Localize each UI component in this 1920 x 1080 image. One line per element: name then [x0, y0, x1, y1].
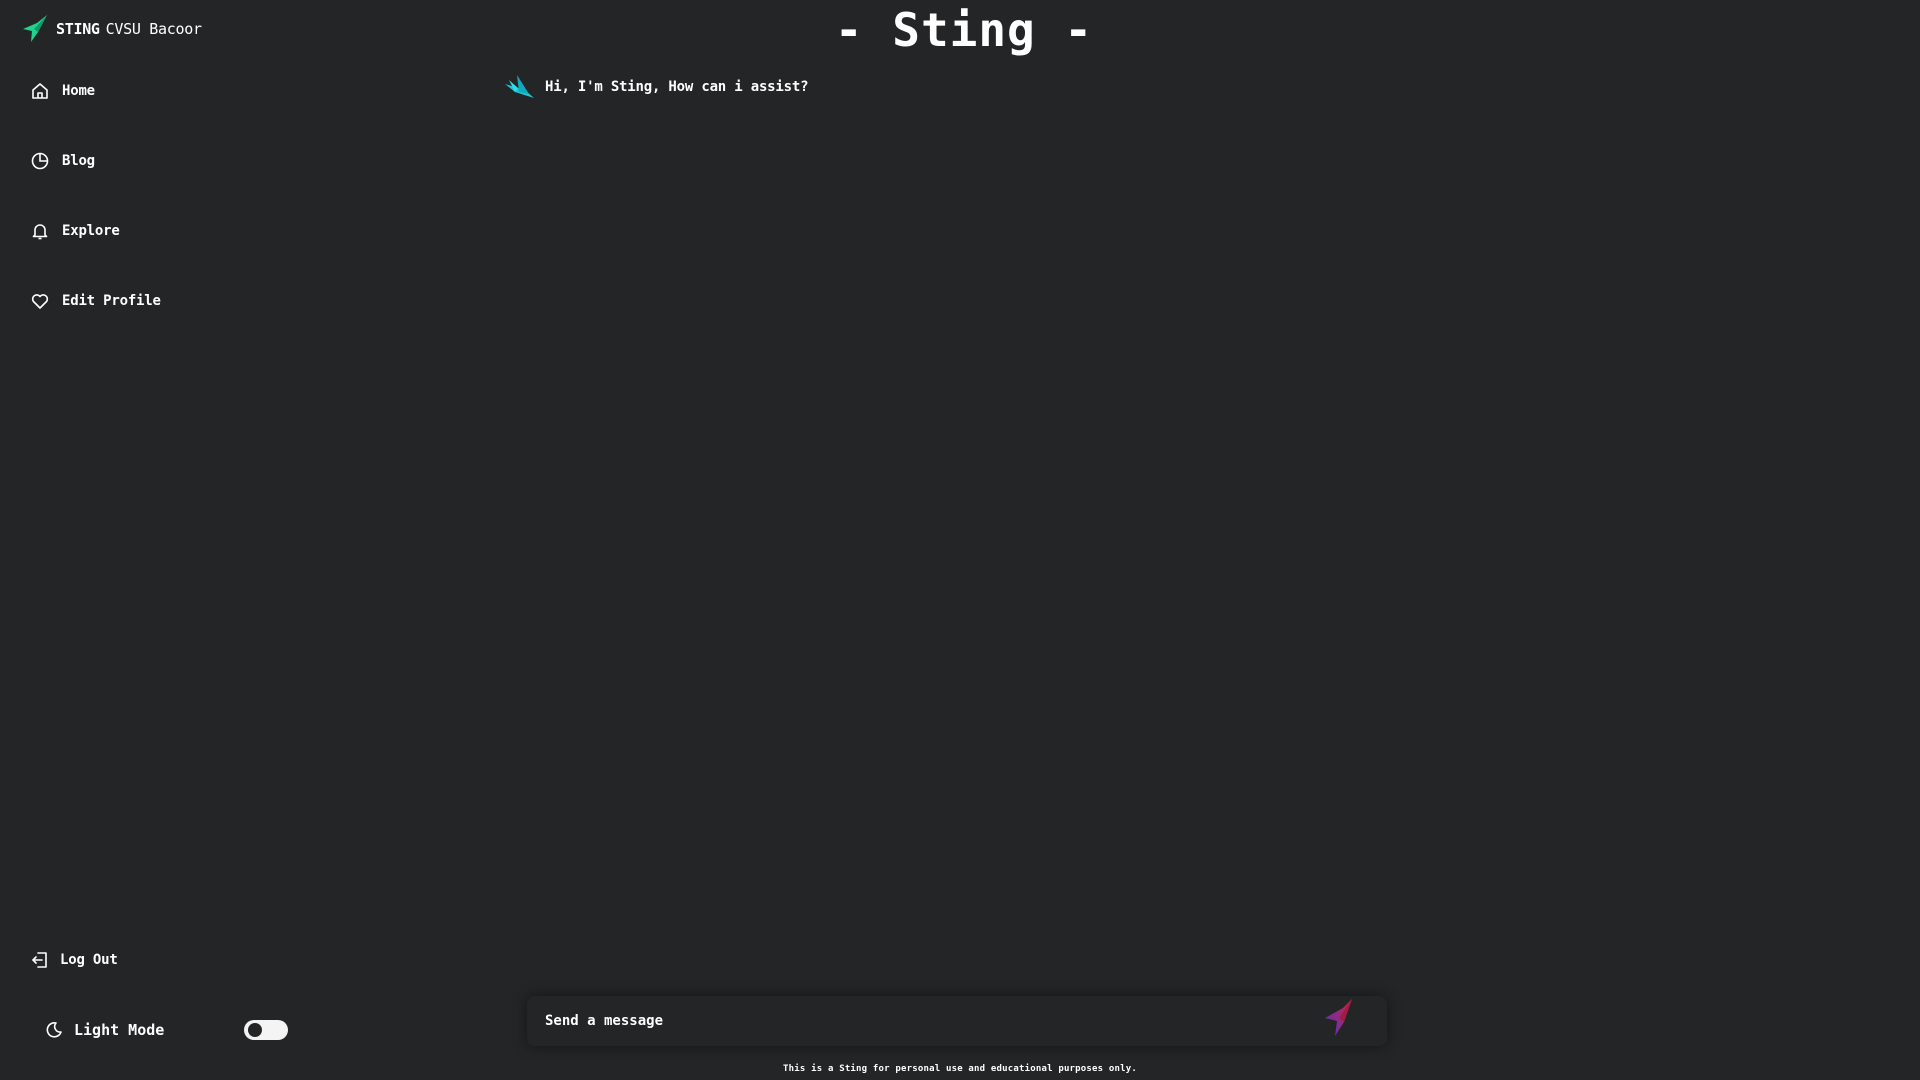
message-input[interactable]: [527, 996, 1305, 1046]
send-button[interactable]: [1311, 996, 1357, 1042]
light-mode-label: Light Mode: [74, 1021, 165, 1039]
pie-chart-icon: [31, 152, 49, 170]
heart-icon: [31, 294, 49, 309]
sidebar-item-label: Home: [62, 83, 95, 99]
sidebar-nav: Home Blog Explore Edit Profile: [30, 76, 290, 356]
sting-bot-avatar-icon: [505, 75, 534, 98]
moon-icon: [46, 1022, 62, 1038]
light-mode-toggle[interactable]: [244, 1020, 288, 1040]
logout-button[interactable]: Log Out: [30, 945, 118, 975]
sidebar-item-edit-profile[interactable]: Edit Profile: [30, 286, 290, 316]
sidebar-item-label: Edit Profile: [62, 293, 161, 309]
bot-message: Hi, I'm Sting, How can i assist?: [503, 70, 809, 104]
sidebar-item-label: Blog: [62, 153, 95, 169]
bot-message-text: Hi, I'm Sting, How can i assist?: [545, 79, 809, 95]
home-icon: [32, 83, 48, 99]
footer-disclaimer: This is a Sting for personal use and edu…: [783, 1064, 1137, 1074]
sidebar-item-home[interactable]: Home: [30, 76, 290, 106]
message-composer: [527, 996, 1387, 1046]
send-icon: [1325, 999, 1352, 1036]
logout-label: Log Out: [60, 952, 118, 968]
sidebar-item-blog[interactable]: Blog: [30, 146, 290, 176]
bell-icon: [32, 224, 48, 240]
page-title: - Sting -: [834, 3, 1094, 57]
logout-icon: [32, 952, 47, 968]
app-page: STING CVSU Bacoor - Sting - Home Blog Ex…: [0, 0, 1920, 1080]
sidebar-item-explore[interactable]: Explore: [30, 216, 290, 246]
sidebar-item-label: Explore: [62, 223, 120, 239]
toggle-knob: [248, 1023, 262, 1037]
theme-mode-row: Light Mode: [44, 1014, 294, 1046]
